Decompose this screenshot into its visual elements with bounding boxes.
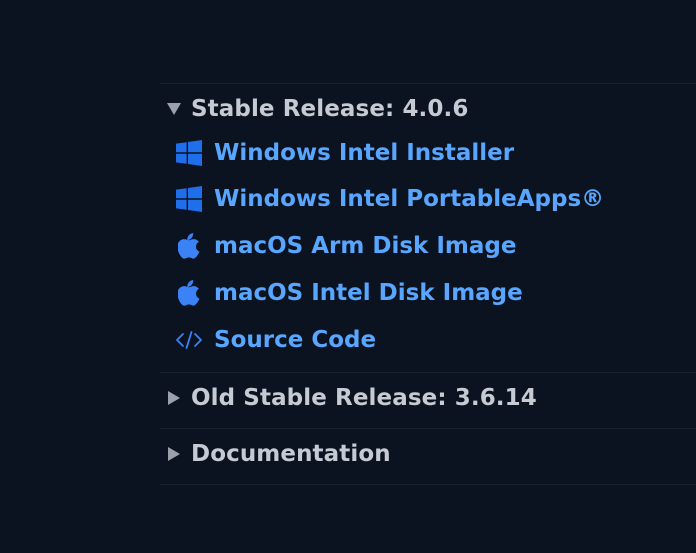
download-windows-installer[interactable]: Windows Intel Installer: [174, 137, 514, 169]
triangle-right-icon: [165, 389, 183, 407]
divider-2: [160, 428, 696, 429]
divider-1: [160, 372, 696, 373]
download-source-code[interactable]: Source Code: [174, 324, 376, 356]
download-label[interactable]: Windows Intel PortableApps®: [214, 186, 604, 212]
downloads-panel: Stable Release: 4.0.6 Windows Intel Inst…: [0, 0, 696, 553]
documentation-title: Documentation: [191, 441, 391, 467]
old-stable-release-toggle[interactable]: Old Stable Release: 3.6.14: [165, 382, 537, 414]
apple-icon: [174, 279, 204, 307]
documentation-toggle[interactable]: Documentation: [165, 438, 391, 470]
download-label[interactable]: macOS Arm Disk Image: [214, 233, 516, 259]
apple-icon: [174, 232, 204, 260]
divider-bottom: [160, 484, 696, 485]
download-macos-arm[interactable]: macOS Arm Disk Image: [174, 230, 516, 262]
download-label[interactable]: Windows Intel Installer: [214, 140, 514, 166]
download-label[interactable]: macOS Intel Disk Image: [214, 280, 523, 306]
stable-release-title: Stable Release: 4.0.6: [191, 96, 469, 122]
triangle-down-icon: [165, 100, 183, 118]
code-icon: [174, 326, 204, 354]
triangle-right-icon: [165, 445, 183, 463]
windows-icon: [174, 185, 204, 213]
download-macos-intel[interactable]: macOS Intel Disk Image: [174, 277, 523, 309]
divider-top: [160, 83, 696, 84]
download-windows-portableapps[interactable]: Windows Intel PortableApps®: [174, 183, 604, 215]
windows-icon: [174, 139, 204, 167]
old-stable-release-title: Old Stable Release: 3.6.14: [191, 385, 537, 411]
stable-release-toggle[interactable]: Stable Release: 4.0.6: [165, 93, 468, 125]
download-label[interactable]: Source Code: [214, 327, 376, 353]
